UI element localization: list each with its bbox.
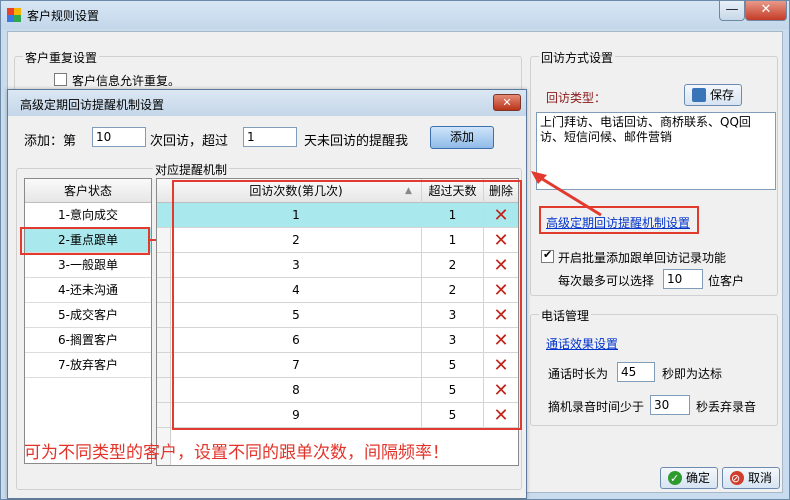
allow-dup-checkbox[interactable] bbox=[54, 73, 67, 86]
window-title: 客户规则设置 bbox=[27, 9, 100, 23]
status-item[interactable]: 3-一般跟单 bbox=[25, 253, 151, 278]
status-item[interactable]: 7-放弃客户 bbox=[25, 353, 151, 378]
annotation-text: 可为不同类型的客户，设置不同的跟单次数，间隔频率！ bbox=[24, 443, 449, 463]
max-select-input[interactable]: 10 bbox=[663, 269, 703, 289]
call-duration-prefix: 通话时长为 bbox=[548, 367, 609, 381]
status-item[interactable]: 4-还未沟通 bbox=[25, 278, 151, 303]
status-item[interactable]: 5-成交客户 bbox=[25, 303, 151, 328]
close-button[interactable]: ✕ bbox=[745, 1, 787, 21]
save-button-label: 保存 bbox=[709, 88, 734, 102]
status-list: 客户状态 1-意向成交 2-重点跟单 3-一般跟单 4-还未沟通 5-成交客户 … bbox=[24, 178, 152, 464]
status-item[interactable]: 1-意向成交 bbox=[25, 203, 151, 228]
mechanism-group-label: 对应提醒机制 bbox=[153, 161, 230, 178]
cancel-button[interactable]: 取消 bbox=[722, 467, 780, 489]
record-time-prefix: 摘机录音时间少于 bbox=[548, 400, 645, 414]
allow-dup-label: 客户信息允许重复。 bbox=[72, 74, 181, 88]
add-middle: 次回访，超过 bbox=[150, 134, 229, 149]
save-icon bbox=[691, 88, 706, 102]
ok-button-label: 确定 bbox=[685, 471, 710, 485]
save-button[interactable]: 保存 bbox=[684, 84, 742, 106]
minimize-button[interactable]: — bbox=[719, 1, 745, 21]
call-duration-suffix: 秒即为达标 bbox=[662, 367, 723, 381]
ok-button[interactable]: 确定 bbox=[660, 467, 718, 489]
pointer-arrow bbox=[531, 171, 602, 217]
main-window: 客户规则设置 — ✕ 客户重复设置 客户信息允许重复。 回访方式设置 回访类型：… bbox=[0, 0, 790, 500]
status-item[interactable]: 6-搁置客户 bbox=[25, 328, 151, 353]
dup-settings-label: 客户重复设置 bbox=[23, 49, 100, 66]
add-times-input[interactable]: 10 bbox=[92, 127, 146, 147]
record-time-suffix: 秒丢弃录音 bbox=[696, 400, 757, 414]
add-button[interactable]: 添加 bbox=[430, 126, 494, 149]
call-effect-link[interactable]: 通话效果设置 bbox=[546, 335, 618, 352]
add-days-input[interactable]: 1 bbox=[243, 127, 297, 147]
batch-add-label: 开启批量添加跟单回访记录功能 bbox=[558, 251, 727, 265]
phone-management-label: 电话管理 bbox=[539, 307, 592, 324]
record-time-input[interactable]: 30 bbox=[650, 395, 690, 415]
status-highlight bbox=[20, 227, 150, 255]
visit-method-label: 回访方式设置 bbox=[539, 49, 616, 66]
title-bar[interactable]: 客户规则设置 — ✕ bbox=[1, 1, 789, 29]
cancel-button-label: 取消 bbox=[747, 471, 772, 485]
app-icon bbox=[7, 8, 21, 22]
call-duration-input[interactable]: 45 bbox=[617, 362, 655, 382]
max-select-suffix: 位客户 bbox=[708, 274, 745, 288]
add-prefix: 添加：第 bbox=[24, 134, 77, 149]
mechanism-highlight bbox=[172, 180, 522, 430]
dialog-close-button[interactable]: ✕ bbox=[493, 94, 521, 111]
dialog-title: 高级定期回访提醒机制设置 bbox=[20, 98, 165, 112]
ok-icon bbox=[667, 469, 682, 489]
add-suffix: 天未回访的提醒我 bbox=[304, 134, 409, 149]
max-select-prefix: 每次最多可以选择 bbox=[558, 274, 655, 288]
reminder-mechanism-dialog: 高级定期回访提醒机制设置 ✕ 添加：第 10 次回访，超过 1 天未回访的提醒我… bbox=[7, 89, 527, 499]
cancel-icon bbox=[729, 469, 744, 489]
batch-add-checkbox[interactable] bbox=[541, 248, 554, 263]
dialog-title-bar[interactable]: 高级定期回访提醒机制设置 ✕ bbox=[8, 90, 526, 116]
status-list-header: 客户状态 bbox=[25, 179, 151, 203]
visit-type-label: 回访类型： bbox=[546, 91, 607, 105]
